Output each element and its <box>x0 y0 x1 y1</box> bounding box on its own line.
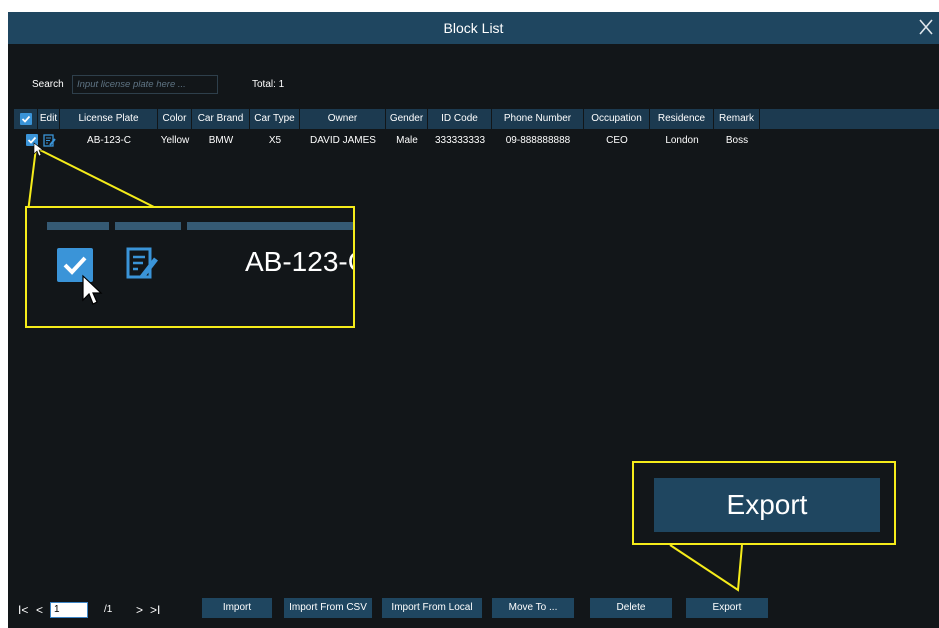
next-page-button[interactable]: > <box>136 602 143 618</box>
zoom-callout: AB-123-C <box>25 206 355 328</box>
zoom-header-bar <box>187 222 353 230</box>
export-button[interactable]: Export <box>686 598 768 618</box>
edit-icon <box>126 247 158 279</box>
import-from-local-button[interactable]: Import From Local <box>382 598 482 618</box>
checkbox-callout-pointer <box>27 146 165 213</box>
prev-page-button[interactable]: < <box>36 602 43 618</box>
page-number-input[interactable]: 1 <box>50 602 88 618</box>
total-pages: /1 <box>104 604 113 615</box>
zoom-license-plate: AB-123-C <box>245 246 353 277</box>
zoom-header-bar <box>115 222 181 230</box>
import-from-csv-button[interactable]: Import From CSV <box>284 598 372 618</box>
first-page-button[interactable]: I< <box>18 602 28 618</box>
cursor-icon <box>82 274 103 305</box>
last-page-button[interactable]: >I <box>150 602 160 618</box>
move-to-button[interactable]: Move To ... <box>492 598 574 618</box>
delete-button[interactable]: Delete <box>590 598 672 618</box>
export-callout-pointer <box>669 544 743 592</box>
export-callout-button: Export <box>654 478 880 532</box>
export-callout: Export <box>632 461 896 545</box>
zoom-header-bar <box>47 222 109 230</box>
footer-bar: I< 1 < /1 > >I Import Import From CSV Im… <box>8 592 939 628</box>
import-button[interactable]: Import <box>202 598 272 618</box>
